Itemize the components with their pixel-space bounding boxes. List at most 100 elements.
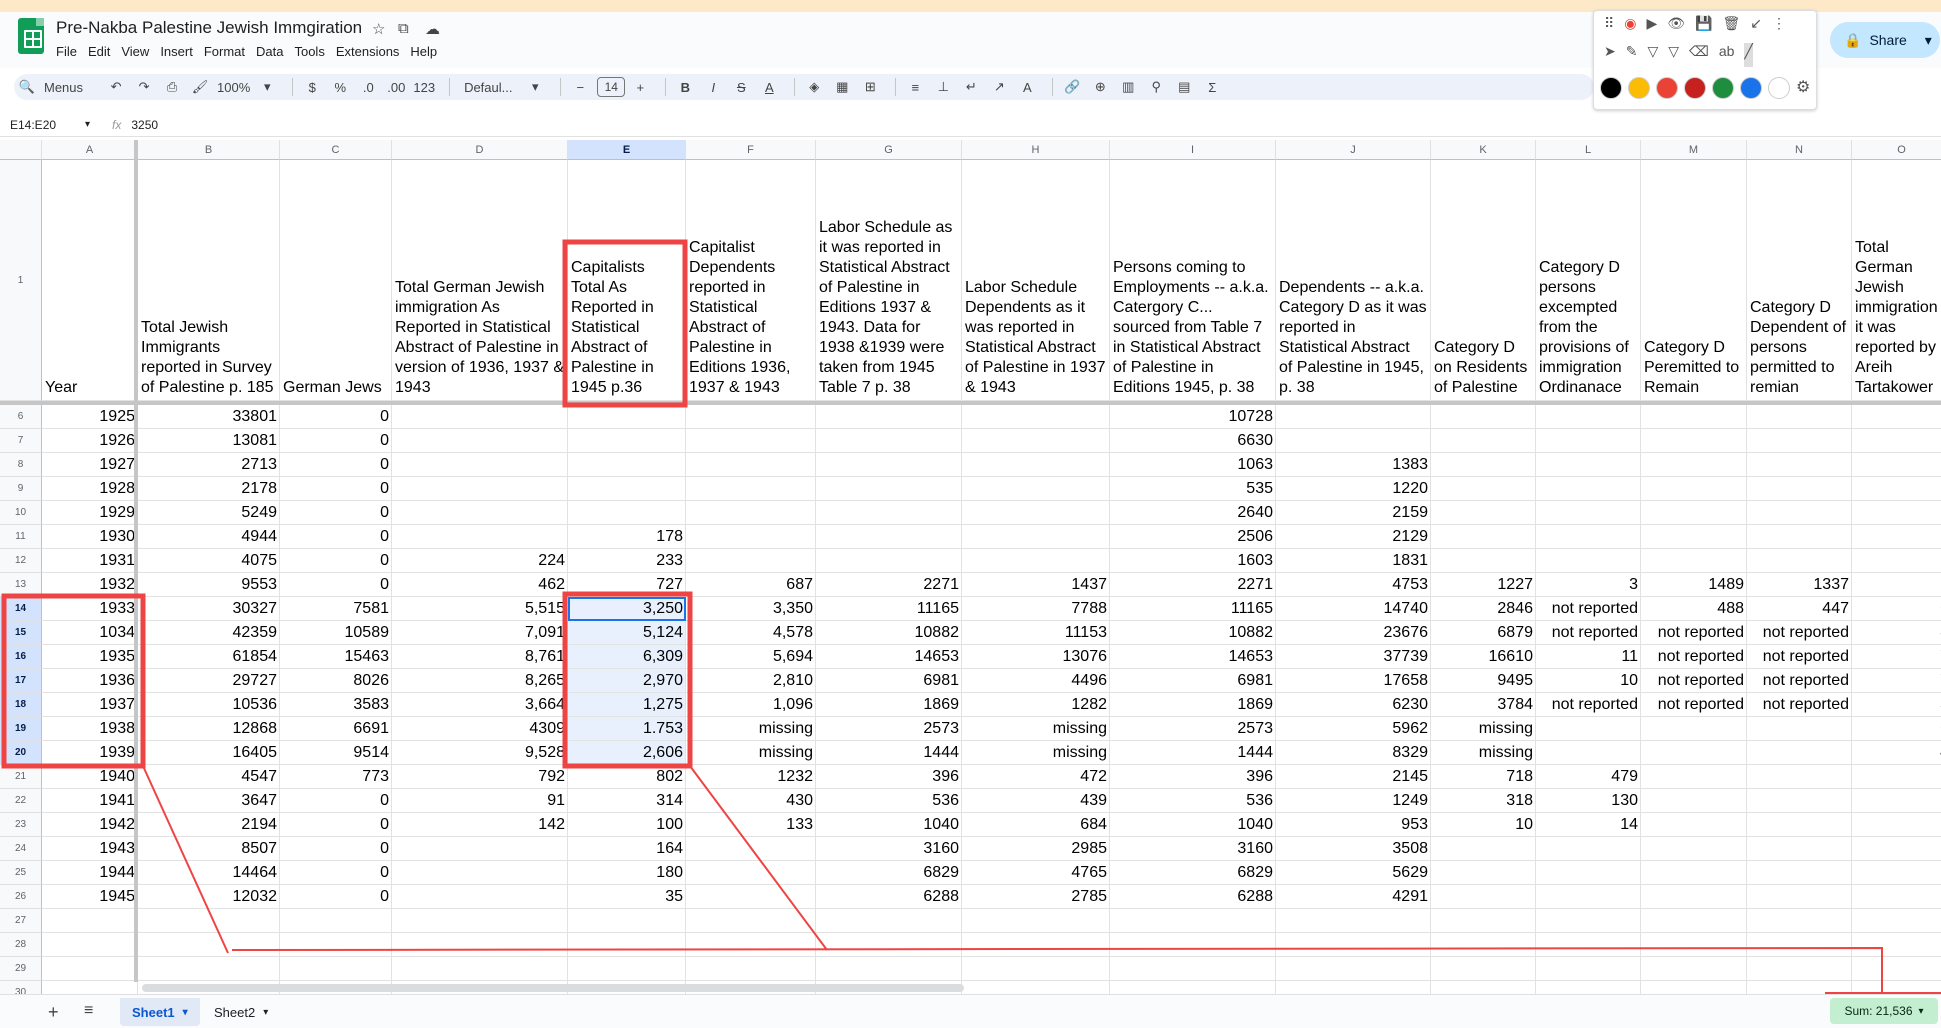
menu-tools[interactable]: Tools [294,44,324,59]
text-rotation-icon[interactable]: ↗ [988,76,1010,98]
table-cell[interactable]: 4765 [962,861,1110,885]
table-cell[interactable]: 727 [568,573,686,597]
column-header-o[interactable]: O [1852,140,1941,160]
table-cell[interactable] [1431,477,1536,501]
table-cell[interactable] [568,957,686,981]
table-cell[interactable]: 14464 [138,861,280,885]
table-cell[interactable]: 14740 [1276,597,1431,621]
table-cell[interactable]: 100 [568,813,686,837]
table-cell[interactable]: 1938 [42,717,138,741]
chevron-down-icon[interactable]: ▾ [183,1007,188,1018]
table-cell[interactable] [280,957,392,981]
filter-icon[interactable]: ⚲ [1145,76,1167,98]
table-cell[interactable] [392,477,568,501]
row-header[interactable]: 28 [0,933,42,957]
row-header[interactable]: 20 [0,741,42,765]
column-header-d[interactable]: D [392,140,568,160]
row-header[interactable]: 19 [0,717,42,741]
table-cell[interactable]: 1444 [816,741,962,765]
table-cell[interactable]: 773 [280,765,392,789]
column-title-cell[interactable]: Total German Jewish immigration As Repor… [392,160,568,401]
table-cell[interactable]: 10589 [280,621,392,645]
swatch-white[interactable] [1768,77,1790,99]
table-cell[interactable]: 8507 [138,837,280,861]
spellcheck-icon[interactable]: ab [1719,43,1735,67]
borders-icon[interactable]: ▦ [831,76,853,98]
table-cell[interactable] [280,933,392,957]
table-cell[interactable]: 2129 [1276,525,1431,549]
text-color-button[interactable]: A [758,76,780,98]
table-cell[interactable] [1536,405,1641,429]
table-cell[interactable] [1852,573,1941,597]
table-cell[interactable] [816,549,962,573]
vertical-align-icon[interactable]: ⊥ [932,76,954,98]
sheets-logo-icon[interactable] [18,18,44,54]
table-cell[interactable] [1852,861,1941,885]
font-family-select[interactable]: Defaul... [458,76,518,98]
table-cell[interactable] [1641,741,1747,765]
table-cell[interactable]: 1249 [1276,789,1431,813]
table-cell[interactable] [1747,933,1852,957]
print-icon[interactable]: ⎙ [161,76,183,98]
column-title-cell[interactable]: Category D Peremitted to Remain [1641,160,1747,401]
table-cell[interactable] [686,429,816,453]
table-cell[interactable]: 61854 [138,645,280,669]
table-cell[interactable]: 1928 [42,477,138,501]
table-cell[interactable] [1431,429,1536,453]
table-cell[interactable]: 536 [1110,789,1276,813]
functions-icon[interactable]: Σ [1201,76,1223,98]
table-cell[interactable]: 0 [280,789,392,813]
table-cell[interactable]: not reported [1536,621,1641,645]
table-cell[interactable]: missing [1431,717,1536,741]
table-cell[interactable]: not reported [1641,621,1747,645]
table-cell[interactable]: 1227 [1431,573,1536,597]
swatch-darkred[interactable] [1684,77,1706,99]
table-cell[interactable] [1747,741,1852,765]
table-cell[interactable]: 2640 [1110,501,1276,525]
row-header[interactable]: 18 [0,693,42,717]
table-cell[interactable]: 1944 [42,861,138,885]
table-cell[interactable] [1747,525,1852,549]
collapse-icon[interactable]: ↙ [1750,15,1762,39]
table-cell[interactable]: 1603 [1110,549,1276,573]
table-cell[interactable] [1276,933,1431,957]
table-cell[interactable]: 1941 [42,789,138,813]
share-button[interactable]: 🔒 Share ▾ [1830,22,1940,58]
table-cell[interactable]: 0 [280,429,392,453]
decrease-decimal-button[interactable]: .0 [357,76,379,98]
row-header[interactable]: 16 [0,645,42,669]
table-cell[interactable]: 6288 [1110,885,1276,909]
table-cell[interactable] [1641,837,1747,861]
table-cell[interactable]: 7788 [962,597,1110,621]
table-cell[interactable]: 6230 [1276,693,1431,717]
table-cell[interactable] [1536,909,1641,933]
table-cell[interactable] [1747,453,1852,477]
table-cell[interactable]: 6829 [816,861,962,885]
menu-edit[interactable]: Edit [88,44,110,59]
table-cell[interactable]: 472 [962,765,1110,789]
table-cell[interactable] [816,453,962,477]
swatch-yellow[interactable] [1628,77,1650,99]
table-cell[interactable]: 23676 [1276,621,1431,645]
all-sheets-icon[interactable]: ≡ [84,1002,93,1020]
table-cell[interactable] [1536,429,1641,453]
table-cell[interactable]: 10882 [816,621,962,645]
table-cell[interactable] [962,549,1110,573]
table-cell[interactable]: 462 [392,573,568,597]
table-cell[interactable]: not reported [1747,621,1852,645]
table-cell[interactable]: 2573 [1110,717,1276,741]
table-cell[interactable] [392,837,568,861]
row-header[interactable]: 21 [0,765,42,789]
table-cell[interactable]: 0 [280,813,392,837]
table-cell[interactable] [816,501,962,525]
table-cell[interactable] [568,429,686,453]
row-header[interactable]: 12 [0,549,42,573]
table-cell[interactable]: not reported [1641,669,1747,693]
table-cell[interactable]: 4309 [392,717,568,741]
redo-icon[interactable]: ↷ [133,76,155,98]
table-cell[interactable] [686,909,816,933]
row-header[interactable]: 11 [0,525,42,549]
table-cell[interactable]: 1933 [42,597,138,621]
table-cell[interactable]: 1,096 [686,693,816,717]
row-header[interactable]: 13 [0,573,42,597]
